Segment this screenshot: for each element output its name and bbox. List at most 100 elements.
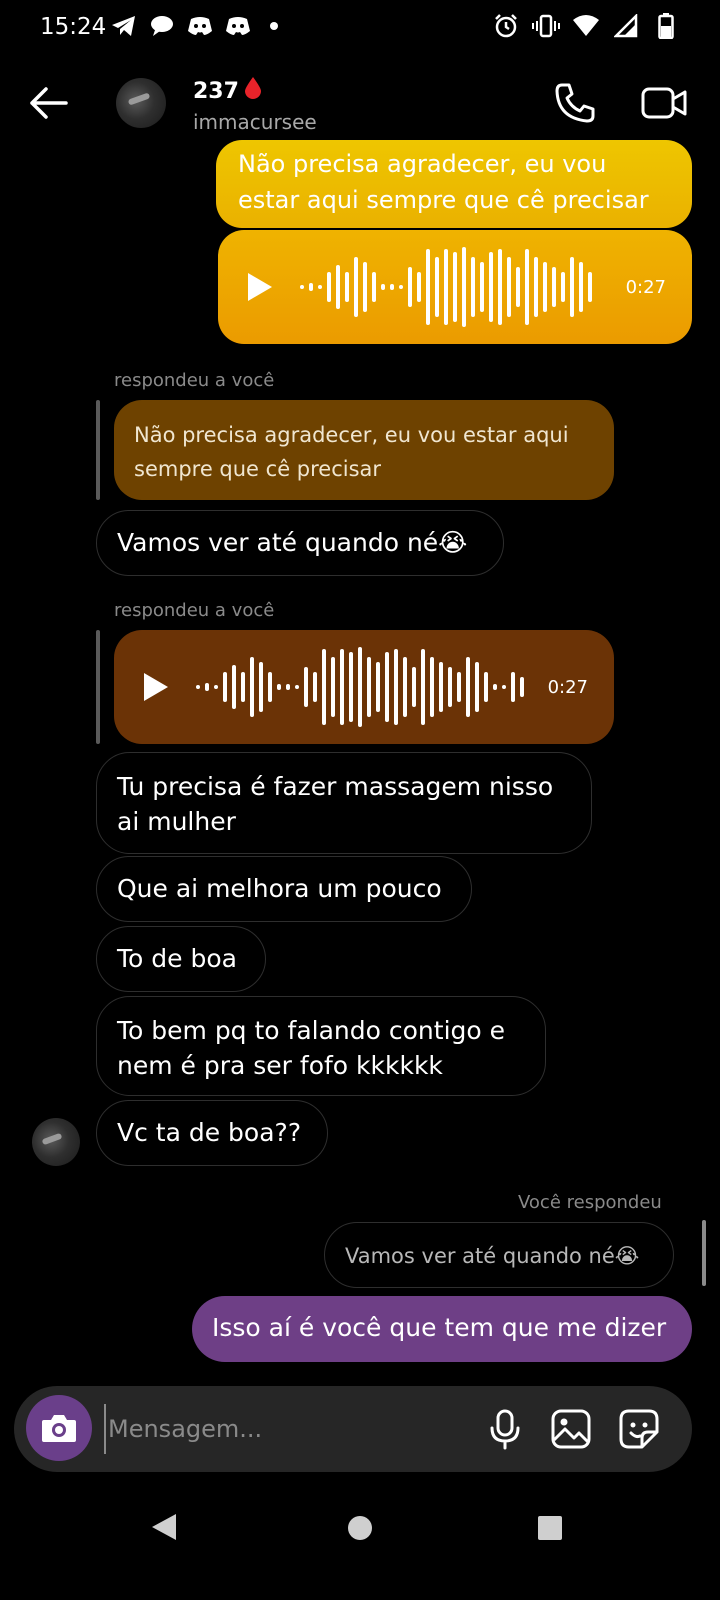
notification-dot — [270, 22, 278, 30]
telegram-icon — [110, 12, 138, 40]
microphone-icon[interactable] — [484, 1408, 526, 1450]
reply-label: Você respondeu — [518, 1192, 662, 1213]
waveform-bar — [313, 672, 317, 702]
phone-call-icon[interactable] — [552, 80, 598, 126]
video-call-icon[interactable] — [640, 80, 688, 126]
camera-icon — [42, 1415, 76, 1442]
waveform-bar — [484, 672, 488, 702]
waveform-bar — [444, 249, 448, 325]
waveform-bar — [268, 672, 272, 702]
waveform-bar — [205, 683, 209, 691]
waveform-bar — [223, 672, 227, 702]
waveform-bar — [259, 662, 263, 712]
waveform-bar — [354, 257, 358, 317]
system-icons — [492, 12, 680, 40]
back-arrow-icon[interactable] — [26, 80, 72, 126]
reply-label: respondeu a você — [114, 370, 275, 391]
waveform-bar — [399, 285, 403, 289]
contact-name[interactable]: 237 — [193, 76, 263, 106]
waveform-bar — [336, 265, 340, 309]
waveform-bar — [507, 257, 511, 317]
waveform-bar — [457, 672, 461, 702]
outgoing-message[interactable]: Não precisa agradecer, eu vou estar aqui… — [216, 140, 692, 228]
quoted-text: Vamos ver até quando né😭 — [345, 1244, 640, 1268]
signal-icon — [612, 12, 640, 40]
play-icon[interactable] — [144, 673, 168, 701]
quoted-message[interactable]: Vamos ver até quando né😭 — [324, 1222, 674, 1288]
gallery-icon[interactable] — [550, 1408, 592, 1450]
waveform-bar — [367, 657, 371, 717]
incoming-message[interactable]: Vamos ver até quando né😭 — [96, 510, 504, 576]
waveform-bar — [498, 249, 502, 325]
waveform-bar — [390, 284, 394, 290]
waveform-bar — [340, 649, 344, 725]
nav-back-icon[interactable] — [152, 1514, 176, 1540]
message-input[interactable] — [104, 1404, 474, 1454]
waveform-bar — [462, 247, 466, 327]
waveform-bar — [304, 667, 308, 707]
waveform-bar — [471, 257, 475, 317]
waveform-bar — [561, 272, 565, 302]
quoted-voice-message[interactable]: 0:27 — [114, 630, 614, 744]
wifi-icon — [572, 12, 600, 40]
waveform-bar — [430, 657, 434, 717]
waveform-bar — [318, 285, 322, 289]
message-composer — [14, 1386, 692, 1472]
voice-duration: 0:27 — [625, 276, 666, 298]
waveform-bar — [241, 672, 245, 702]
waveform-bar — [534, 257, 538, 317]
quoted-text: Não precisa agradecer, eu vou estar aqui… — [134, 423, 569, 481]
waveform-bar — [543, 262, 547, 312]
nav-home-icon[interactable] — [348, 1516, 372, 1540]
message-text: Tu precisa é fazer massagem nisso ai mul… — [117, 772, 554, 836]
alarm-icon — [492, 12, 520, 40]
waveform-bar — [381, 284, 385, 290]
vibrate-icon — [532, 12, 560, 40]
waveform-bar — [385, 652, 389, 722]
outgoing-message[interactable]: Isso aí é você que tem que me dizer — [192, 1296, 692, 1362]
waveform-bar — [363, 262, 367, 312]
waveform-bar — [300, 285, 304, 289]
outgoing-voice-message[interactable]: 0:27 — [218, 230, 692, 344]
waveform-bar — [466, 657, 470, 717]
incoming-message[interactable]: Que ai melhora um pouco — [96, 856, 472, 922]
waveform-bar — [295, 685, 299, 689]
waveform-bar — [570, 257, 574, 317]
reply-bar — [702, 1220, 706, 1286]
waveform-bar — [502, 685, 506, 689]
waveform-bar — [552, 267, 556, 307]
message-text: Vamos ver até quando né😭 — [117, 528, 468, 557]
incoming-message[interactable]: Tu precisa é fazer massagem nisso ai mul… — [96, 752, 592, 854]
waveform-bar — [426, 249, 430, 325]
camera-button[interactable] — [26, 1395, 92, 1461]
message-text: Não precisa agradecer, eu vou estar aqui… — [238, 150, 649, 214]
quoted-message[interactable]: Não precisa agradecer, eu vou estar aqui… — [114, 400, 614, 500]
avatar[interactable] — [116, 78, 166, 128]
waveform-bar — [588, 272, 592, 302]
waveform-bar — [579, 262, 583, 312]
sticker-icon[interactable] — [618, 1408, 660, 1450]
incoming-message[interactable]: To de boa — [96, 926, 266, 992]
nav-recents-icon[interactable] — [538, 1516, 562, 1540]
waveform-bar — [408, 267, 412, 307]
waveform-bar — [232, 665, 236, 709]
status-time: 15:24 — [40, 14, 107, 40]
waveform-bar — [331, 657, 335, 717]
waveform-bar — [520, 677, 524, 697]
sender-avatar[interactable] — [32, 1118, 80, 1166]
waveform-bar — [493, 684, 497, 690]
waveform-bar — [286, 684, 290, 690]
message-text: To de boa — [117, 944, 237, 973]
incoming-message[interactable]: Vc ta de boa?? — [96, 1100, 328, 1166]
waveform-bar — [345, 272, 349, 302]
waveform-bar — [376, 662, 380, 712]
discord-icon — [224, 12, 252, 40]
waveform-bar — [196, 685, 200, 689]
reply-bar — [96, 630, 100, 744]
system-navigation-bar — [0, 1480, 720, 1600]
waveform-bar — [525, 249, 529, 325]
incoming-message[interactable]: To bem pq to falando contigo e nem é pra… — [96, 996, 546, 1096]
play-icon[interactable] — [248, 273, 272, 301]
voice-duration: 0:27 — [547, 676, 588, 698]
chat-bubble-icon — [148, 12, 176, 40]
